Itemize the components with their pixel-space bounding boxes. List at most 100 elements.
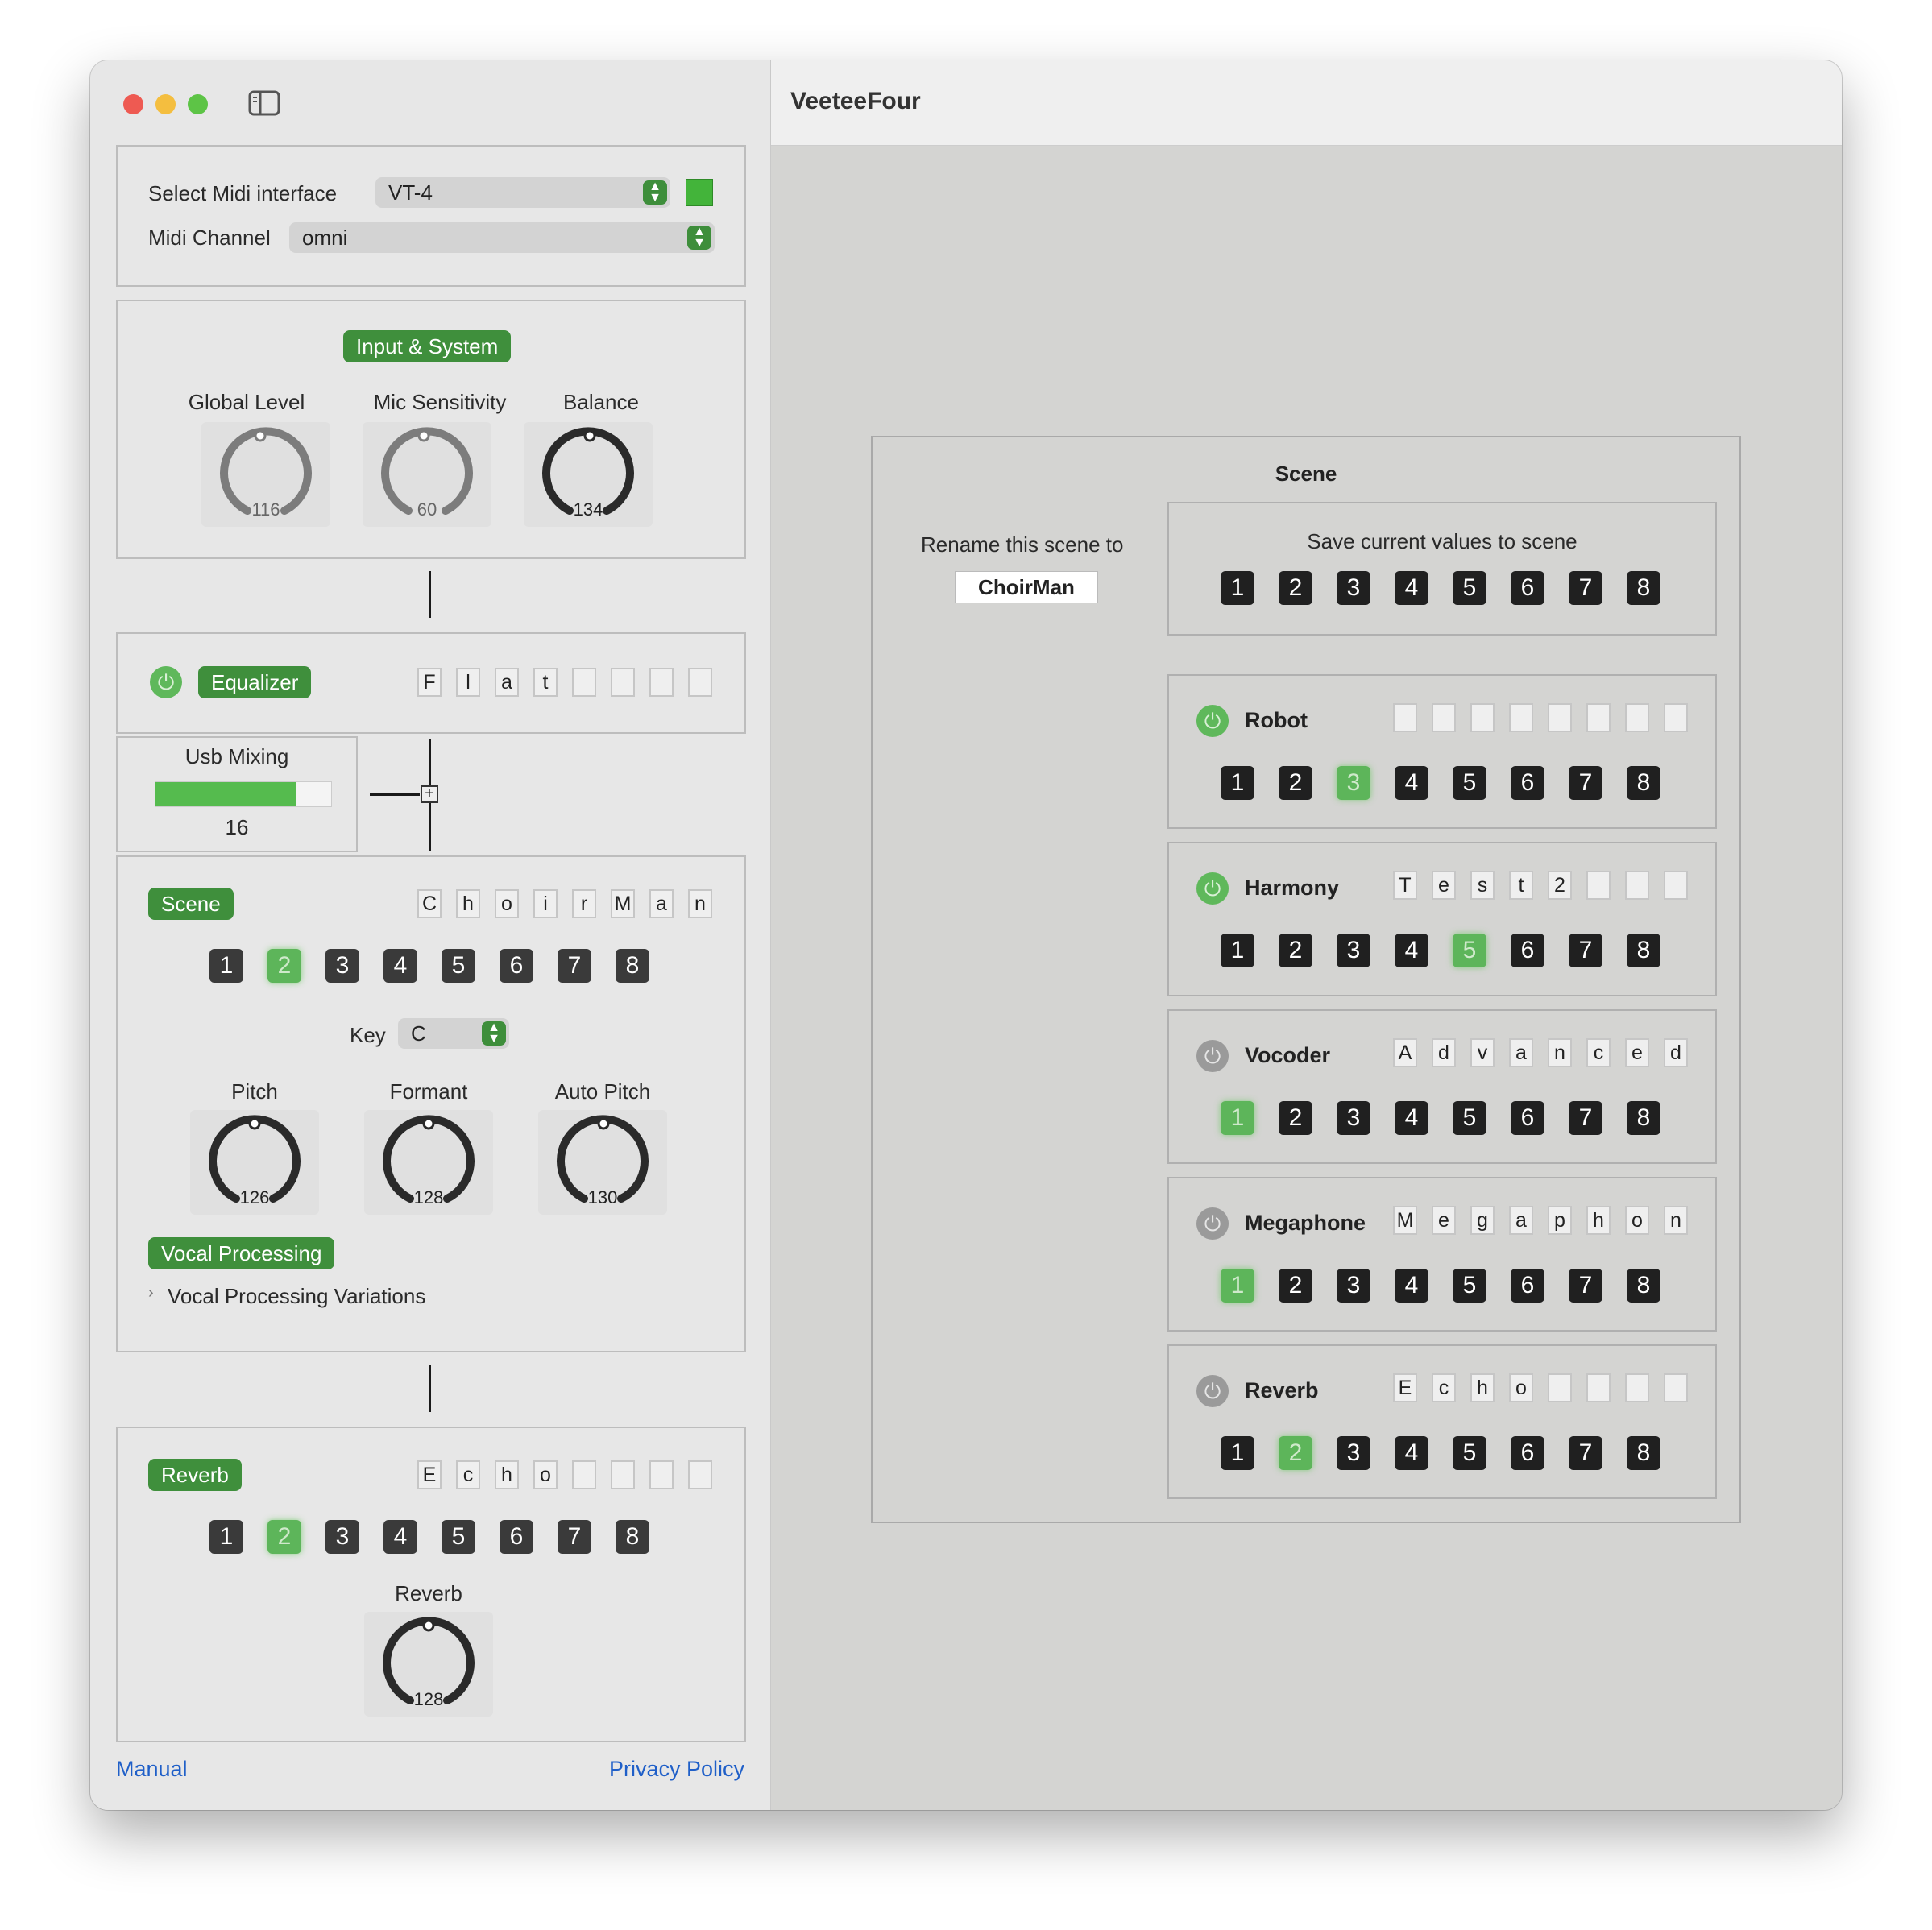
effect-name-char[interactable]: E: [1393, 1373, 1417, 1402]
effect-name-char[interactable]: c: [1432, 1373, 1456, 1402]
effect-scene-button[interactable]: 6: [1511, 1436, 1544, 1470]
effect-scene-button[interactable]: 1: [1221, 1269, 1254, 1303]
effect-name-char[interactable]: o: [1509, 1373, 1533, 1402]
scene-name-char[interactable]: h: [456, 889, 480, 918]
privacy-policy-link[interactable]: Privacy Policy: [609, 1757, 744, 1782]
effect-scene-button[interactable]: 5: [1453, 1101, 1486, 1135]
save-scene-button[interactable]: 7: [1569, 571, 1602, 605]
effect-name-char[interactable]: s: [1470, 871, 1495, 900]
effect-scene-button[interactable]: 7: [1569, 1436, 1602, 1470]
save-scene-button[interactable]: 1: [1221, 571, 1254, 605]
reverb-name-char[interactable]: [611, 1460, 635, 1489]
effect-scene-button[interactable]: 8: [1627, 934, 1660, 967]
effect-name-char[interactable]: h: [1470, 1373, 1495, 1402]
effect-name-char[interactable]: [1664, 1373, 1688, 1402]
equalizer-name-char[interactable]: [649, 668, 674, 697]
effect-name-char[interactable]: d: [1432, 1038, 1456, 1067]
effect-scene-button[interactable]: 3: [1337, 766, 1370, 800]
reverb-select-button[interactable]: 4: [383, 1520, 417, 1554]
scene-name-char[interactable]: C: [417, 889, 442, 918]
effect-name-char[interactable]: c: [1586, 1038, 1611, 1067]
save-scene-button[interactable]: 5: [1453, 571, 1486, 605]
effect-scene-button[interactable]: 4: [1395, 1436, 1428, 1470]
key-select[interactable]: C ▲ ▼: [398, 1018, 509, 1049]
save-scene-button[interactable]: 2: [1279, 571, 1312, 605]
pitch-knob[interactable]: 126: [190, 1110, 319, 1215]
equalizer-name-char[interactable]: a: [495, 668, 519, 697]
effect-scene-button[interactable]: 5: [1453, 766, 1486, 800]
effect-scene-button[interactable]: 4: [1395, 934, 1428, 967]
save-scene-button[interactable]: 3: [1337, 571, 1370, 605]
effect-name-char[interactable]: [1625, 1373, 1649, 1402]
close-button[interactable]: [123, 94, 143, 114]
effect-name-char[interactable]: [1432, 703, 1456, 732]
power-icon[interactable]: ⏻: [1196, 872, 1229, 905]
scene-select-button[interactable]: 2: [267, 949, 301, 983]
equalizer-name-char[interactable]: t: [533, 668, 558, 697]
reverb-name-char[interactable]: c: [456, 1460, 480, 1489]
power-icon[interactable]: ⏻: [1196, 705, 1229, 737]
balance-knob[interactable]: 134: [524, 422, 653, 527]
equalizer-name-char[interactable]: F: [417, 668, 442, 697]
power-icon[interactable]: ⏻: [1196, 1207, 1229, 1240]
reverb-select-button[interactable]: 6: [500, 1520, 533, 1554]
equalizer-name-char[interactable]: [572, 668, 596, 697]
effect-scene-button[interactable]: 6: [1511, 934, 1544, 967]
effect-name-char[interactable]: [1664, 871, 1688, 900]
reverb-select-button[interactable]: 5: [442, 1520, 475, 1554]
reverb-name-char[interactable]: o: [533, 1460, 558, 1489]
reverb-select-button[interactable]: 3: [325, 1520, 359, 1554]
effect-name-char[interactable]: [1548, 703, 1572, 732]
reverb-select-button[interactable]: 1: [209, 1520, 243, 1554]
effect-scene-button[interactable]: 1: [1221, 1436, 1254, 1470]
effect-name-char[interactable]: [1586, 1373, 1611, 1402]
effect-scene-button[interactable]: 2: [1279, 934, 1312, 967]
effect-name-char[interactable]: [1586, 703, 1611, 732]
scene-name-char[interactable]: a: [649, 889, 674, 918]
effect-scene-button[interactable]: 3: [1337, 1436, 1370, 1470]
effect-name-char[interactable]: [1586, 871, 1611, 900]
reverb-name-char[interactable]: E: [417, 1460, 442, 1489]
global-level-knob[interactable]: 116: [201, 422, 330, 527]
auto-pitch-knob[interactable]: 130: [538, 1110, 667, 1215]
effect-scene-button[interactable]: 3: [1337, 934, 1370, 967]
effect-name-char[interactable]: g: [1470, 1206, 1495, 1235]
effect-name-char[interactable]: T: [1393, 871, 1417, 900]
effect-name-char[interactable]: [1509, 703, 1533, 732]
reverb-name-char[interactable]: [688, 1460, 712, 1489]
effect-name-char[interactable]: M: [1393, 1206, 1417, 1235]
effect-name-char[interactable]: a: [1509, 1038, 1533, 1067]
effect-scene-button[interactable]: 8: [1627, 766, 1660, 800]
scene-select-button[interactable]: 1: [209, 949, 243, 983]
power-icon[interactable]: ⏻: [1196, 1040, 1229, 1072]
effect-scene-button[interactable]: 1: [1221, 1101, 1254, 1135]
scene-name-char[interactable]: i: [533, 889, 558, 918]
effect-name-char[interactable]: v: [1470, 1038, 1495, 1067]
effect-scene-button[interactable]: 1: [1221, 766, 1254, 800]
effect-scene-button[interactable]: 8: [1627, 1436, 1660, 1470]
effect-name-char[interactable]: e: [1432, 871, 1456, 900]
midi-channel-select[interactable]: omni ▲ ▼: [289, 222, 715, 253]
effect-scene-button[interactable]: 6: [1511, 1269, 1544, 1303]
effect-scene-button[interactable]: 7: [1569, 766, 1602, 800]
scene-select-button[interactable]: 5: [442, 949, 475, 983]
effect-scene-button[interactable]: 6: [1511, 766, 1544, 800]
effect-scene-button[interactable]: 2: [1279, 766, 1312, 800]
rename-field[interactable]: ChoirMan: [955, 571, 1098, 603]
effect-name-char[interactable]: [1470, 703, 1495, 732]
effect-scene-button[interactable]: 2: [1279, 1436, 1312, 1470]
effect-name-char[interactable]: 2: [1548, 871, 1572, 900]
effect-scene-button[interactable]: 7: [1569, 1269, 1602, 1303]
effect-name-char[interactable]: h: [1586, 1206, 1611, 1235]
reverb-name-char[interactable]: [649, 1460, 674, 1489]
scene-select-button[interactable]: 8: [616, 949, 649, 983]
usb-mixing-slider[interactable]: [155, 781, 332, 807]
effect-name-char[interactable]: d: [1664, 1038, 1688, 1067]
reverb-select-button[interactable]: 8: [616, 1520, 649, 1554]
effect-name-char[interactable]: [1625, 871, 1649, 900]
save-scene-button[interactable]: 4: [1395, 571, 1428, 605]
scene-select-button[interactable]: 4: [383, 949, 417, 983]
reverb-select-button[interactable]: 7: [558, 1520, 591, 1554]
effect-scene-button[interactable]: 6: [1511, 1101, 1544, 1135]
reverb-name-char[interactable]: [572, 1460, 596, 1489]
